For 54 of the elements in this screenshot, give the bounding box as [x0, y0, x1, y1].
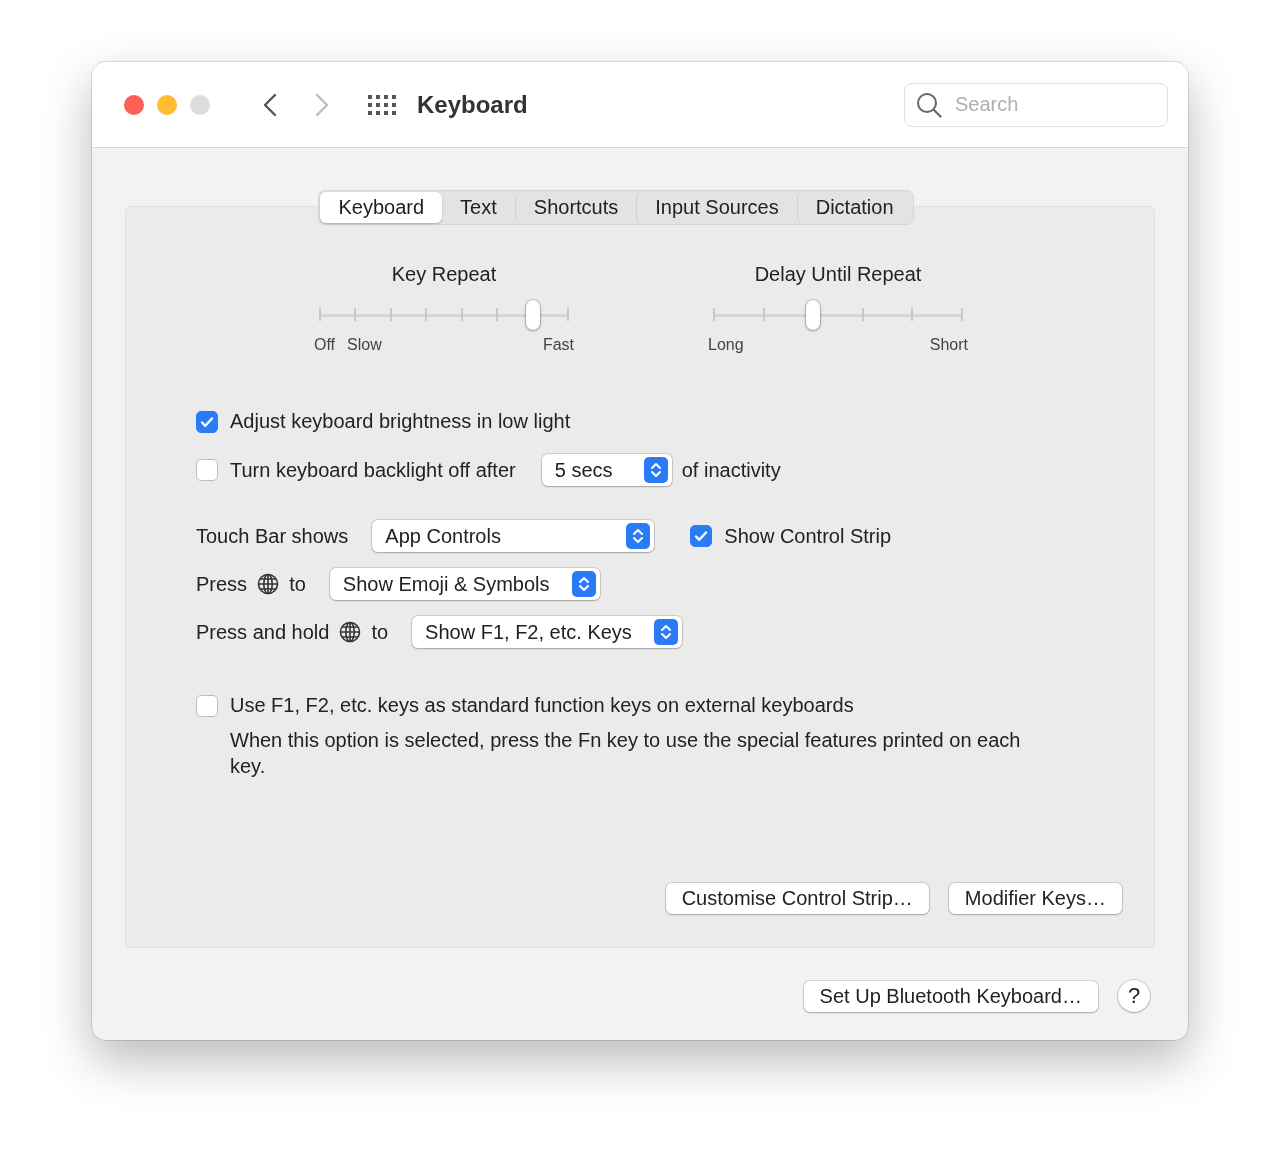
popup-menu[interactable]: Show F1, F2, etc. Keys — [412, 616, 683, 648]
panel-button[interactable]: Customise Control Strip… — [665, 883, 929, 914]
popup-menu[interactable]: Show Emoji & Symbols — [329, 568, 600, 600]
stepper-icon — [571, 571, 596, 597]
tab[interactable]: Keyboard — [320, 192, 443, 223]
back-icon[interactable] — [263, 92, 277, 117]
slider[interactable] — [714, 300, 962, 330]
slider-label: Long — [708, 336, 744, 354]
option-label: Use F1, F2, etc. keys as standard function keys on external keyboards — [230, 694, 854, 717]
panel-button[interactable]: Modifier Keys… — [948, 883, 1122, 914]
globe-icon — [339, 621, 362, 643]
checkbox[interactable] — [196, 459, 218, 481]
option-label: Press — [196, 572, 248, 596]
tab[interactable]: Text — [442, 192, 515, 223]
stepper-icon — [643, 457, 668, 483]
slider-thumb[interactable] — [525, 300, 540, 330]
checkmark-icon — [693, 528, 710, 544]
slider-title: Key Repeat — [391, 263, 497, 286]
globe-icon — [257, 573, 280, 595]
slider-label: Off — [314, 336, 336, 354]
option-label: to — [371, 620, 389, 644]
stepper-icon — [654, 619, 679, 645]
slider-label: Slow — [347, 336, 382, 354]
slider-label: Short — [929, 336, 968, 354]
grid-icon[interactable] — [367, 93, 397, 116]
checkbox[interactable] — [196, 694, 218, 717]
close-icon[interactable] — [124, 94, 144, 115]
search-field[interactable]: Search — [904, 82, 1168, 127]
minimize-icon[interactable] — [157, 94, 177, 115]
popup-menu[interactable]: 5 secs — [541, 454, 672, 486]
window-title: Keyboard — [417, 90, 528, 119]
tab[interactable]: Shortcuts — [514, 192, 637, 223]
checkbox[interactable] — [196, 410, 218, 433]
stepper-icon — [626, 523, 651, 549]
slider-title: Delay Until Repeat — [754, 263, 922, 286]
tab[interactable]: Dictation — [796, 192, 912, 223]
checkbox[interactable] — [690, 525, 713, 547]
slider[interactable] — [320, 300, 568, 330]
option-label: Press and hold — [196, 620, 330, 644]
option-label: of inactivity — [681, 458, 781, 482]
option-label: Turn keyboard backlight off after — [230, 458, 516, 482]
help-button[interactable]: ? — [1118, 980, 1150, 1012]
option-label: Show Control Strip — [724, 524, 892, 548]
slider-label: Fast — [542, 336, 574, 354]
bluetooth-setup-button[interactable]: Set Up Bluetooth Keyboard… — [803, 980, 1098, 1012]
option-label: Touch Bar shows — [196, 524, 349, 548]
forward-icon[interactable] — [315, 92, 329, 117]
description-text: When this option is selected, press the Fn key to use the special features printed on each key. — [230, 728, 1022, 779]
popup-menu[interactable]: App Controls — [372, 520, 655, 552]
zoom-icon[interactable] — [190, 94, 210, 115]
option-label: Adjust keyboard brightness in low light — [230, 410, 571, 433]
tab[interactable]: Input Sources — [636, 192, 797, 223]
option-label: to — [289, 572, 306, 596]
slider-thumb[interactable] — [806, 300, 821, 330]
